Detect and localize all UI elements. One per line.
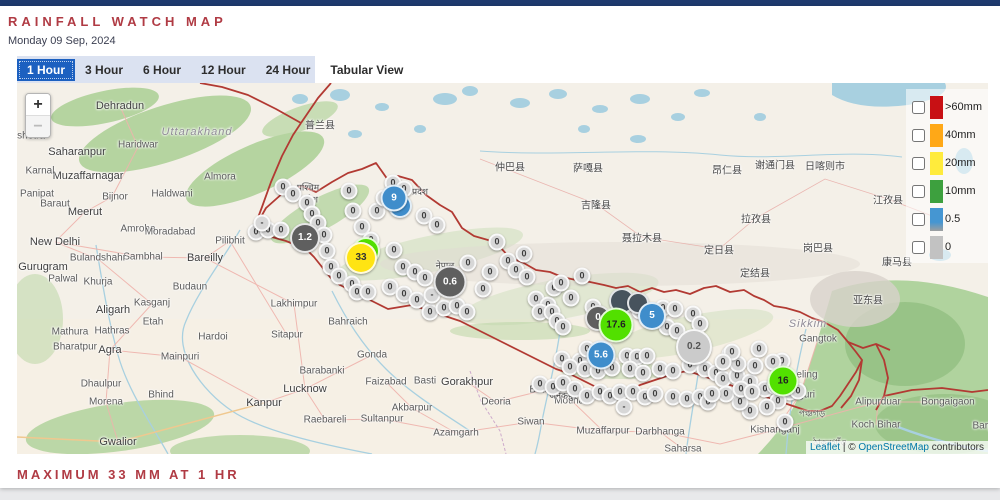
rain-marker[interactable]: -	[615, 398, 633, 416]
rain-marker[interactable]: 0	[562, 289, 580, 307]
zoom-in-button[interactable]: +	[26, 94, 50, 115]
rain-marker[interactable]: 0	[746, 357, 764, 375]
legend-color-swatch	[930, 235, 943, 259]
rain-marker[interactable]: 17.6	[598, 307, 634, 343]
tab-3-hour[interactable]: 3 Hour	[75, 59, 133, 81]
attribution-separator: | ©	[840, 442, 859, 453]
rain-marker[interactable]: 0	[703, 385, 721, 403]
legend-label: >60mm	[945, 101, 982, 113]
legend-color-swatch	[930, 179, 943, 203]
map-base-art	[17, 83, 988, 454]
rain-marker[interactable]: 0.6	[433, 265, 467, 299]
page-date: Monday 09 Sep, 2024	[8, 35, 116, 47]
rain-marker[interactable]: 0	[416, 269, 434, 287]
rain-marker[interactable]: 0	[344, 202, 362, 220]
rain-marker[interactable]: 16	[767, 365, 799, 397]
rain-marker[interactable]: 0	[488, 233, 506, 251]
rain-marker[interactable]: 0	[518, 268, 536, 286]
rain-marker[interactable]: 0	[646, 385, 664, 403]
legend-row: 40mm	[912, 121, 988, 149]
legend-row: 20mm	[912, 149, 988, 177]
rain-marker[interactable]: 9	[380, 184, 408, 212]
rain-marker[interactable]: 1.2	[290, 223, 320, 253]
legend-checkbox[interactable]	[912, 240, 925, 254]
rain-marker[interactable]: 0	[481, 263, 499, 281]
legend-color-swatch	[930, 207, 943, 231]
legend-checkbox[interactable]	[912, 128, 925, 142]
zoom-out-button[interactable]: −	[26, 115, 50, 137]
rain-marker[interactable]: 0	[458, 303, 476, 321]
legend-label: 10mm	[945, 185, 976, 197]
legend-row: 0	[912, 233, 988, 261]
tab-12-hour[interactable]: 12 Hour	[191, 59, 256, 81]
legend-checkbox[interactable]	[912, 212, 925, 226]
tab-1-hour[interactable]: 1 Hour	[17, 58, 76, 81]
page: RAINFALL WATCH MAP Monday 09 Sep, 2024 1…	[0, 0, 1000, 500]
rain-marker[interactable]: 0	[554, 318, 572, 336]
rain-marker[interactable]: 0	[318, 242, 336, 260]
rain-marker[interactable]: 0	[428, 216, 446, 234]
legend-label: 0	[945, 241, 952, 253]
rainfall-legend: >60mm 40mm 20mm 10mm 0.5 0	[906, 89, 988, 263]
rain-marker[interactable]: 0	[474, 280, 492, 298]
rain-marker[interactable]: 0	[272, 221, 290, 239]
legend-label: 0.5	[945, 213, 961, 225]
content-card: RAINFALL WATCH MAP Monday 09 Sep, 2024 1…	[0, 6, 1000, 488]
leaflet-link[interactable]: Leaflet	[810, 442, 840, 453]
rain-marker[interactable]: 5	[638, 302, 666, 330]
rain-marker[interactable]: 0	[459, 254, 477, 272]
openstreetmap-link[interactable]: OpenStreetMap	[858, 442, 929, 453]
rain-marker[interactable]: 0	[340, 182, 358, 200]
rain-marker[interactable]: 0	[750, 340, 768, 358]
map-zoom-control: + −	[25, 93, 51, 138]
rainfall-map[interactable]: Dehradun New Delhi Saharanpur Muzaffarnagar…	[17, 83, 988, 454]
map-attribution: Leaflet | © OpenStreetMap contributors	[806, 441, 988, 454]
legend-color-swatch	[930, 151, 943, 175]
rain-marker[interactable]: 0	[515, 245, 533, 263]
legend-label: 20mm	[945, 157, 976, 169]
rain-marker[interactable]: 0	[359, 283, 377, 301]
rain-marker[interactable]: 0	[714, 353, 732, 371]
rain-marker[interactable]: 0	[552, 274, 570, 292]
legend-row: 10mm	[912, 177, 988, 205]
rain-marker[interactable]: 33	[345, 242, 377, 274]
time-range-tabs: 1 Hour 3 Hour 6 Hour 12 Hour 24 Hour Tabular …	[17, 56, 403, 83]
page-title: RAINFALL WATCH MAP	[8, 14, 227, 29]
header: RAINFALL WATCH MAP Monday 09 Sep, 2024	[0, 6, 1000, 47]
legend-checkbox[interactable]	[912, 100, 925, 114]
tab-24-hour[interactable]: 24 Hour	[256, 59, 321, 81]
legend-row: 0.5	[912, 205, 988, 233]
max-rainfall-text: MAXIMUM 33 MM AT 1 HR	[17, 467, 240, 482]
rain-marker[interactable]: 0	[776, 413, 794, 431]
legend-color-swatch	[930, 95, 943, 119]
attribution-contributors: contributors	[928, 442, 984, 453]
rain-marker[interactable]: 0	[666, 300, 684, 318]
tab-6-hour[interactable]: 6 Hour	[133, 59, 191, 81]
rain-marker[interactable]: 0	[664, 362, 682, 380]
rain-marker[interactable]: 0	[573, 267, 591, 285]
rain-marker[interactable]: 5.6	[586, 340, 616, 370]
legend-checkbox[interactable]	[912, 156, 925, 170]
rain-marker[interactable]: -	[253, 214, 271, 232]
legend-row: >60mm	[912, 93, 988, 121]
legend-color-swatch	[930, 123, 943, 147]
rain-marker[interactable]: 0	[634, 364, 652, 382]
rain-marker[interactable]: 0	[758, 398, 776, 416]
tab-tabular-view[interactable]: Tabular View	[320, 59, 413, 81]
rain-marker[interactable]: 0.2	[676, 329, 712, 365]
rain-marker[interactable]: 0	[743, 383, 761, 401]
legend-checkbox[interactable]	[912, 184, 925, 198]
rain-marker[interactable]: 0	[638, 347, 656, 365]
legend-label: 40mm	[945, 129, 976, 141]
rain-marker[interactable]: 0	[385, 241, 403, 259]
